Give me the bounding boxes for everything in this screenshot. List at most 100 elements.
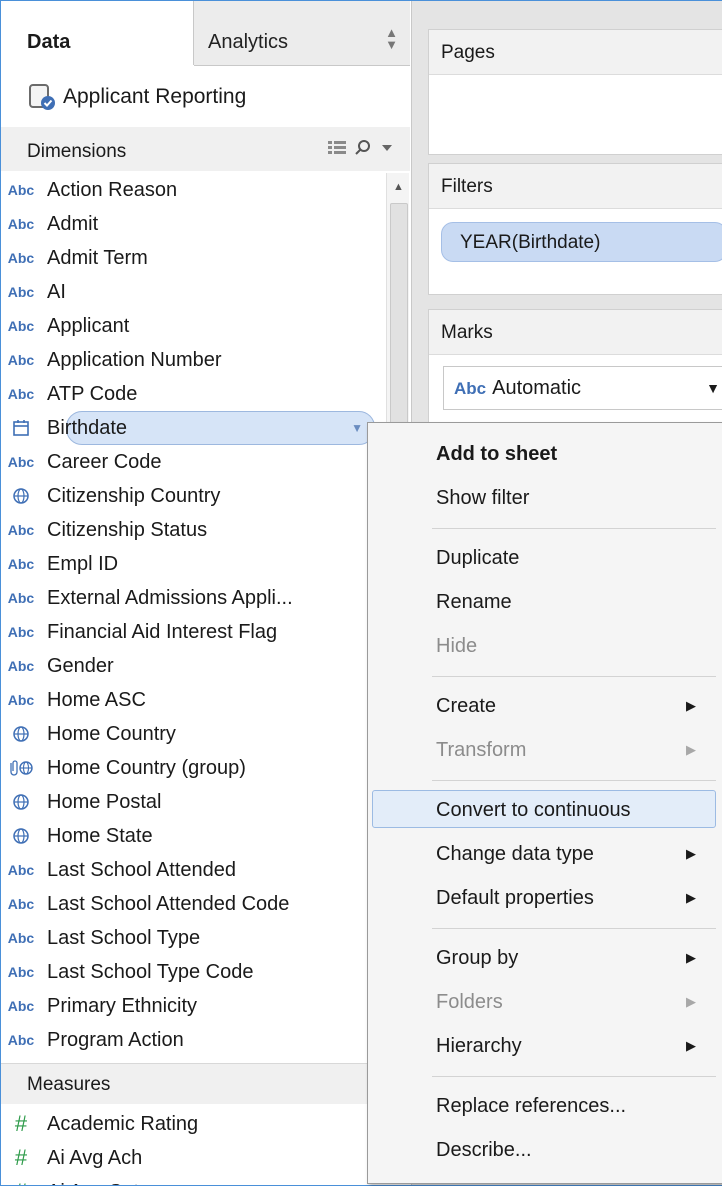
- field-label: Ai Avg Ach: [47, 1146, 143, 1169]
- menu-item-show-filter[interactable]: Show filter: [368, 477, 722, 519]
- field-label: Citizenship Country: [47, 484, 221, 507]
- dimensions-list: Abc Action Reason Abc Admit Abc Admit Term Abc…: [1, 173, 386, 1061]
- field-item[interactable]: # Academic Rating: [1, 1107, 381, 1141]
- menu-item-label: Hide: [436, 635, 478, 657]
- field-item[interactable]: AbcRegion Code: [1, 1057, 381, 1061]
- tab-analytics-label: Analytics: [208, 31, 289, 53]
- menu-item-duplicate[interactable]: Duplicate: [368, 537, 722, 579]
- view-grid-icon[interactable]: [328, 141, 346, 155]
- field-item[interactable]: Abc Last School Type Code: [1, 955, 381, 989]
- abc-icon: Abc: [454, 379, 487, 398]
- field-item[interactable]: Abc Financial Aid Interest Flag: [1, 615, 381, 649]
- field-item[interactable]: Abc Action Reason: [1, 173, 381, 207]
- submenu-arrow-icon: ▶: [686, 1038, 696, 1053]
- field-label: Admit: [47, 212, 99, 235]
- menu-separator: [432, 676, 716, 677]
- submenu-arrow-icon: ▶: [686, 994, 696, 1009]
- field-item[interactable]: Abc Application Number: [1, 343, 381, 377]
- menu-item-group-by[interactable]: Group by ▶: [368, 937, 722, 979]
- search-icon[interactable]: [354, 139, 372, 157]
- field-item[interactable]: Abc Career Code: [1, 445, 381, 479]
- field-item[interactable]: Home Postal: [1, 785, 381, 819]
- field-item[interactable]: # Ai Avg Sat: [1, 1175, 381, 1185]
- submenu-arrow-icon: ▶: [686, 698, 696, 713]
- field-label: Action Reason: [47, 178, 178, 201]
- menu-item-default-properties[interactable]: Default properties ▶: [368, 877, 722, 919]
- field-item[interactable]: Abc Gender: [1, 649, 381, 683]
- field-item[interactable]: # Ai Avg Ach: [1, 1141, 381, 1175]
- field-label: Last School Attended Code: [47, 892, 290, 915]
- marks-title: Marks: [429, 310, 722, 355]
- field-item[interactable]: Abc Last School Attended Code: [1, 887, 381, 921]
- calendar-icon: [1, 419, 41, 437]
- scroll-up-icon[interactable]: ▲: [393, 181, 404, 193]
- field-item[interactable]: Abc External Admissions Appli...: [1, 581, 381, 615]
- menu-item-label: Duplicate: [436, 547, 520, 569]
- menu-item-describe[interactable]: Describe...: [368, 1129, 722, 1171]
- filters-shelf[interactable]: Filters YEAR(Birthdate): [428, 163, 722, 295]
- field-item[interactable]: Home Country: [1, 717, 381, 751]
- field-item[interactable]: Home State: [1, 819, 381, 853]
- field-item[interactable]: Abc ATP Code: [1, 377, 381, 411]
- dimensions-tools: [328, 139, 394, 157]
- field-item[interactable]: Abc Last School Attended: [1, 853, 381, 887]
- field-label: External Admissions Appli...: [47, 586, 293, 609]
- menu-item-create[interactable]: Create ▶: [368, 685, 722, 727]
- menu-item-label: Describe...: [436, 1139, 532, 1161]
- pages-shelf[interactable]: Pages: [428, 29, 722, 155]
- abc-icon: Abc: [7, 182, 35, 198]
- tab-sort-icon[interactable]: ▲ ▼: [385, 26, 398, 51]
- filter-pill[interactable]: YEAR(Birthdate): [441, 222, 722, 262]
- field-label: ATP Code: [47, 382, 138, 405]
- mark-type-value: Automatic: [492, 377, 582, 399]
- menu-item-label: Group by: [436, 947, 519, 969]
- submenu-arrow-icon: ▶: [686, 846, 696, 861]
- field-item[interactable]: Abc Primary Ethnicity: [1, 989, 381, 1023]
- datasource-item[interactable]: Applicant Reporting: [27, 77, 246, 117]
- chevron-down-icon[interactable]: [380, 143, 394, 153]
- abc-icon: Abc: [7, 896, 35, 912]
- number-icon: #: [14, 1145, 28, 1170]
- tab-analytics[interactable]: Analytics ▲ ▼: [194, 1, 410, 66]
- menu-item-rename[interactable]: Rename: [368, 581, 722, 623]
- field-dropdown-icon[interactable]: ▼: [351, 421, 363, 435]
- menu-item-hierarchy[interactable]: Hierarchy ▶: [368, 1025, 722, 1067]
- menu-item-label: Create: [436, 695, 497, 717]
- field-item[interactable]: Abc Empl ID: [1, 547, 381, 581]
- menu-item-label: Transform: [436, 739, 527, 761]
- menu-item-replace-references[interactable]: Replace references...: [368, 1085, 722, 1127]
- field-item[interactable]: Home Country (group): [1, 751, 381, 785]
- field-item[interactable]: Birthdate ▼: [1, 411, 381, 445]
- abc-icon: Abc: [7, 930, 35, 946]
- menu-item-transform: Transform ▶: [368, 729, 722, 771]
- field-item[interactable]: Abc Program Action: [1, 1023, 381, 1057]
- group-globe-icon: [1, 759, 41, 777]
- field-item[interactable]: Abc Admit: [1, 207, 381, 241]
- tab-data[interactable]: Data: [1, 1, 194, 65]
- menu-item-label: Replace references...: [436, 1095, 627, 1117]
- marks-card: Marks Abc Automatic ▼: [428, 309, 722, 431]
- abc-icon: Abc: [7, 862, 35, 878]
- field-item[interactable]: Citizenship Country: [1, 479, 381, 513]
- menu-separator: [432, 1076, 716, 1077]
- field-item[interactable]: Abc Citizenship Status: [1, 513, 381, 547]
- abc-icon: Abc: [7, 624, 35, 640]
- menu-item-folders: Folders ▶: [368, 981, 722, 1023]
- field-label: Application Number: [47, 348, 222, 371]
- field-label: Home Country (group): [47, 756, 246, 779]
- field-label: Applicant: [47, 314, 130, 337]
- menu-item-change-data-type[interactable]: Change data type ▶: [368, 833, 722, 875]
- field-item[interactable]: Abc Last School Type: [1, 921, 381, 955]
- mark-type-dropdown[interactable]: Abc Automatic ▼: [443, 366, 722, 410]
- menu-separator: [432, 528, 716, 529]
- menu-item-convert-to-continuous[interactable]: Convert to continuous: [368, 789, 722, 831]
- field-item[interactable]: Abc Home ASC: [1, 683, 381, 717]
- field-item[interactable]: Abc AI: [1, 275, 381, 309]
- field-label: Program Action: [47, 1028, 184, 1051]
- field-item[interactable]: Abc Applicant: [1, 309, 381, 343]
- abc-icon: Abc: [7, 658, 35, 674]
- menu-item-label: Convert to continuous: [436, 799, 631, 821]
- field-item[interactable]: Abc Admit Term: [1, 241, 381, 275]
- menu-item-add-to-sheet[interactable]: Add to sheet: [368, 433, 722, 475]
- dimensions-header: Dimensions: [1, 127, 410, 171]
